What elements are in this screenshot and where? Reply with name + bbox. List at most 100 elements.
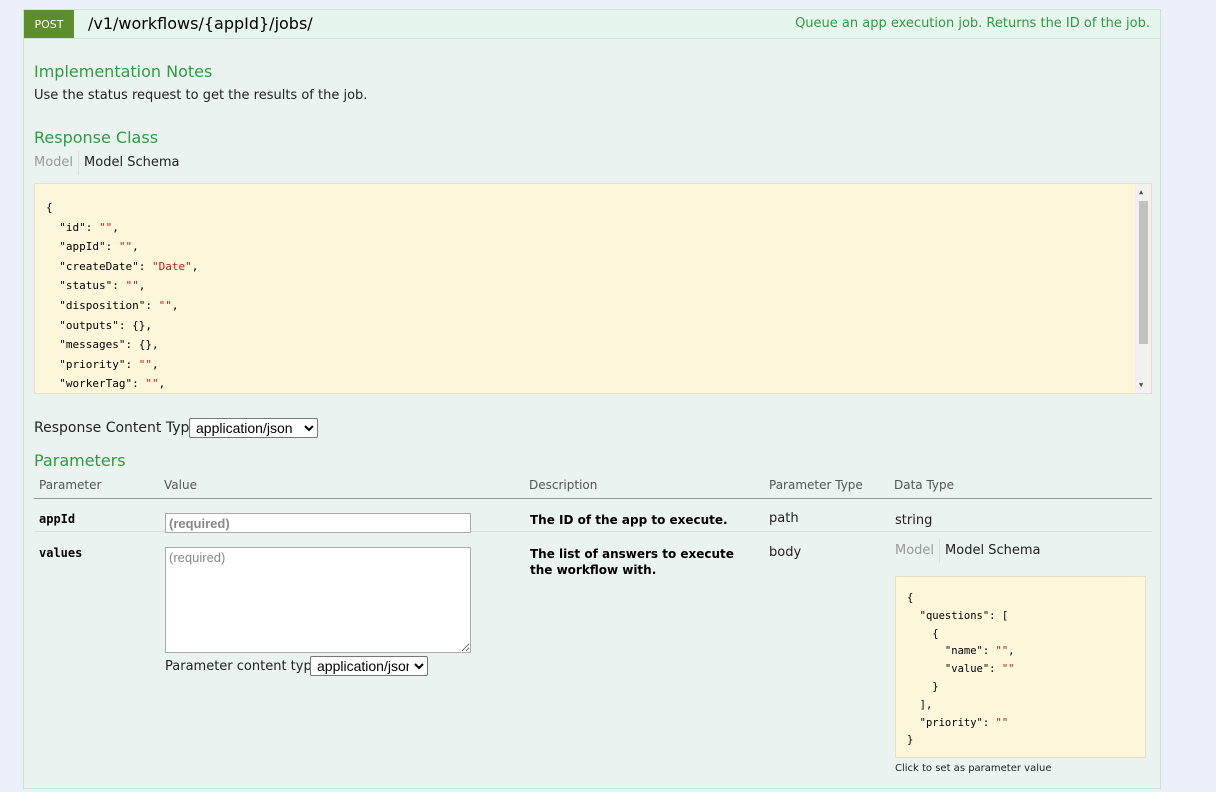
schema-value: "Date" [151,259,192,273]
parameter-name: values [39,546,83,560]
header-value: Value [164,478,197,492]
schema-key: { [46,201,53,214]
values-schema-code: { "questions": [ { "name": "", "value": … [907,590,1015,750]
schema-line: "id": "", [46,218,198,238]
schema-punct: , [151,357,159,371]
schema-line: "status": "", [46,276,198,296]
tab-model[interactable]: Model [34,151,80,175]
parameters-title: Parameters [34,451,126,470]
schema-key: "outputs": {}, [46,318,152,332]
schema-key: "createDate": [46,259,152,273]
schema-punct: , [132,240,139,254]
parameter-row-appid: appId The ID of the app to execute. path… [34,498,1152,533]
parameter-content-type-select[interactable]: application/json [310,656,428,676]
schema-key: ], [907,698,933,711]
tab-model[interactable]: Model [895,539,941,563]
response-class-title: Response Class [34,128,159,147]
schema-key: } [907,680,939,693]
schema-key: { [907,627,939,640]
schema-line: "name": "", [907,643,1015,661]
schema-line: ], [907,697,1015,715]
values-model-tabs: Model Model Schema [895,539,1040,563]
schema-line: { [907,590,1015,608]
parameters-header-row: Parameter Value Description Parameter Ty… [34,475,1152,499]
schema-key: "messages": {}, [46,338,159,352]
schema-key: "workerTag": [46,377,146,391]
tab-model-schema[interactable]: Model Schema [940,539,1040,563]
schema-line: "priority": "", [46,355,198,375]
schema-key: "questions": [ [907,609,1009,622]
schema-punct: , [1008,645,1015,658]
schema-punct: , [171,298,179,312]
scroll-down-arrow-icon[interactable]: ▼ [1139,381,1147,389]
scrollbar-thumb[interactable] [1139,201,1148,344]
schema-line: "workerTag": "", [46,374,198,393]
schema-line: } [907,679,1015,697]
response-content-type-label: Response Content Type [34,420,198,436]
schema-scrollbar[interactable]: ▲ ▼ [1135,184,1151,393]
schema-line: "appId": "", [46,237,198,257]
schema-punct: , [138,279,146,293]
parameter-description: The list of answers to execute the workf… [530,547,734,577]
schema-value: "" [995,716,1009,729]
schema-line: { [907,626,1015,644]
parameter-row-values: values Parameter content type: applicati… [34,532,1152,792]
operation-panel: POST /v1/workflows/{appId}/jobs/ Queue a… [23,9,1161,789]
schema-value: "" [1001,663,1015,676]
schema-value: "" [118,240,133,254]
scroll-up-arrow-icon[interactable]: ▲ [1139,188,1147,196]
schema-line: } [907,732,1015,750]
parameter-content-type-label: Parameter content type: [165,659,325,674]
schema-key: "value": [907,663,1002,676]
schema-key: "appId": [46,240,119,254]
response-content-type-select[interactable]: application/json [189,418,318,438]
schema-key: "priority": [907,716,996,729]
schema-value: "" [138,357,152,371]
tab-model-schema[interactable]: Model Schema [79,151,179,175]
implementation-notes-text: Use the status request to get the result… [34,88,368,103]
values-textarea[interactable] [165,547,471,653]
schema-key: "disposition": [46,298,159,312]
parameter-name: appId [39,512,76,526]
schema-key: "id": [46,220,99,234]
header-description: Description [529,478,598,492]
schema-punct: , [112,220,119,234]
header-parameter: Parameter [39,478,102,492]
schema-line: "outputs": {}, [46,316,198,336]
schema-punct: , [158,377,166,391]
schema-key: "status": [46,279,126,293]
schema-value: "" [98,220,113,234]
response-class-tabs: Model Model Schema [34,151,179,175]
operation-summary[interactable]: Queue an app execution job. Returns the … [795,16,1150,31]
schema-line: { [46,198,198,218]
click-to-set-hint[interactable]: Click to set as parameter value [895,763,1052,774]
schema-line: "questions": [ [907,608,1015,626]
schema-key: { [907,592,914,604]
parameter-type: body [769,545,802,560]
schema-key: } [907,734,914,747]
appid-input[interactable] [165,513,471,533]
parameter-description: The ID of the app to execute. [530,513,728,527]
http-method-badge[interactable]: POST [24,10,74,38]
data-type: string [895,513,933,528]
schema-line: "disposition": "", [46,296,198,316]
parameter-type: path [769,511,799,526]
response-schema-code: { "id": "", "appId": "", "createDate": "… [46,198,198,393]
schema-value: "" [995,645,1009,658]
schema-value: "" [145,377,159,391]
schema-value: "" [125,279,139,293]
schema-line: "messages": {}, [46,335,198,355]
schema-punct: , [191,259,199,273]
response-schema-box[interactable]: { "id": "", "appId": "", "createDate": "… [34,183,1152,394]
endpoint-path[interactable]: /v1/workflows/{appId}/jobs/ [88,14,313,33]
operation-header[interactable]: POST /v1/workflows/{appId}/jobs/ Queue a… [24,10,1160,39]
schema-line: "priority": "" [907,715,1015,733]
schema-key: "name": [907,645,996,658]
schema-key: "priority": [46,357,139,371]
implementation-notes-title: Implementation Notes [34,62,213,81]
schema-line: "value": "" [907,661,1015,679]
header-data-type: Data Type [894,478,955,492]
values-schema-box[interactable]: { "questions": [ { "name": "", "value": … [895,576,1146,758]
schema-line: "createDate": "Date", [46,257,198,277]
schema-value: "" [158,298,172,312]
